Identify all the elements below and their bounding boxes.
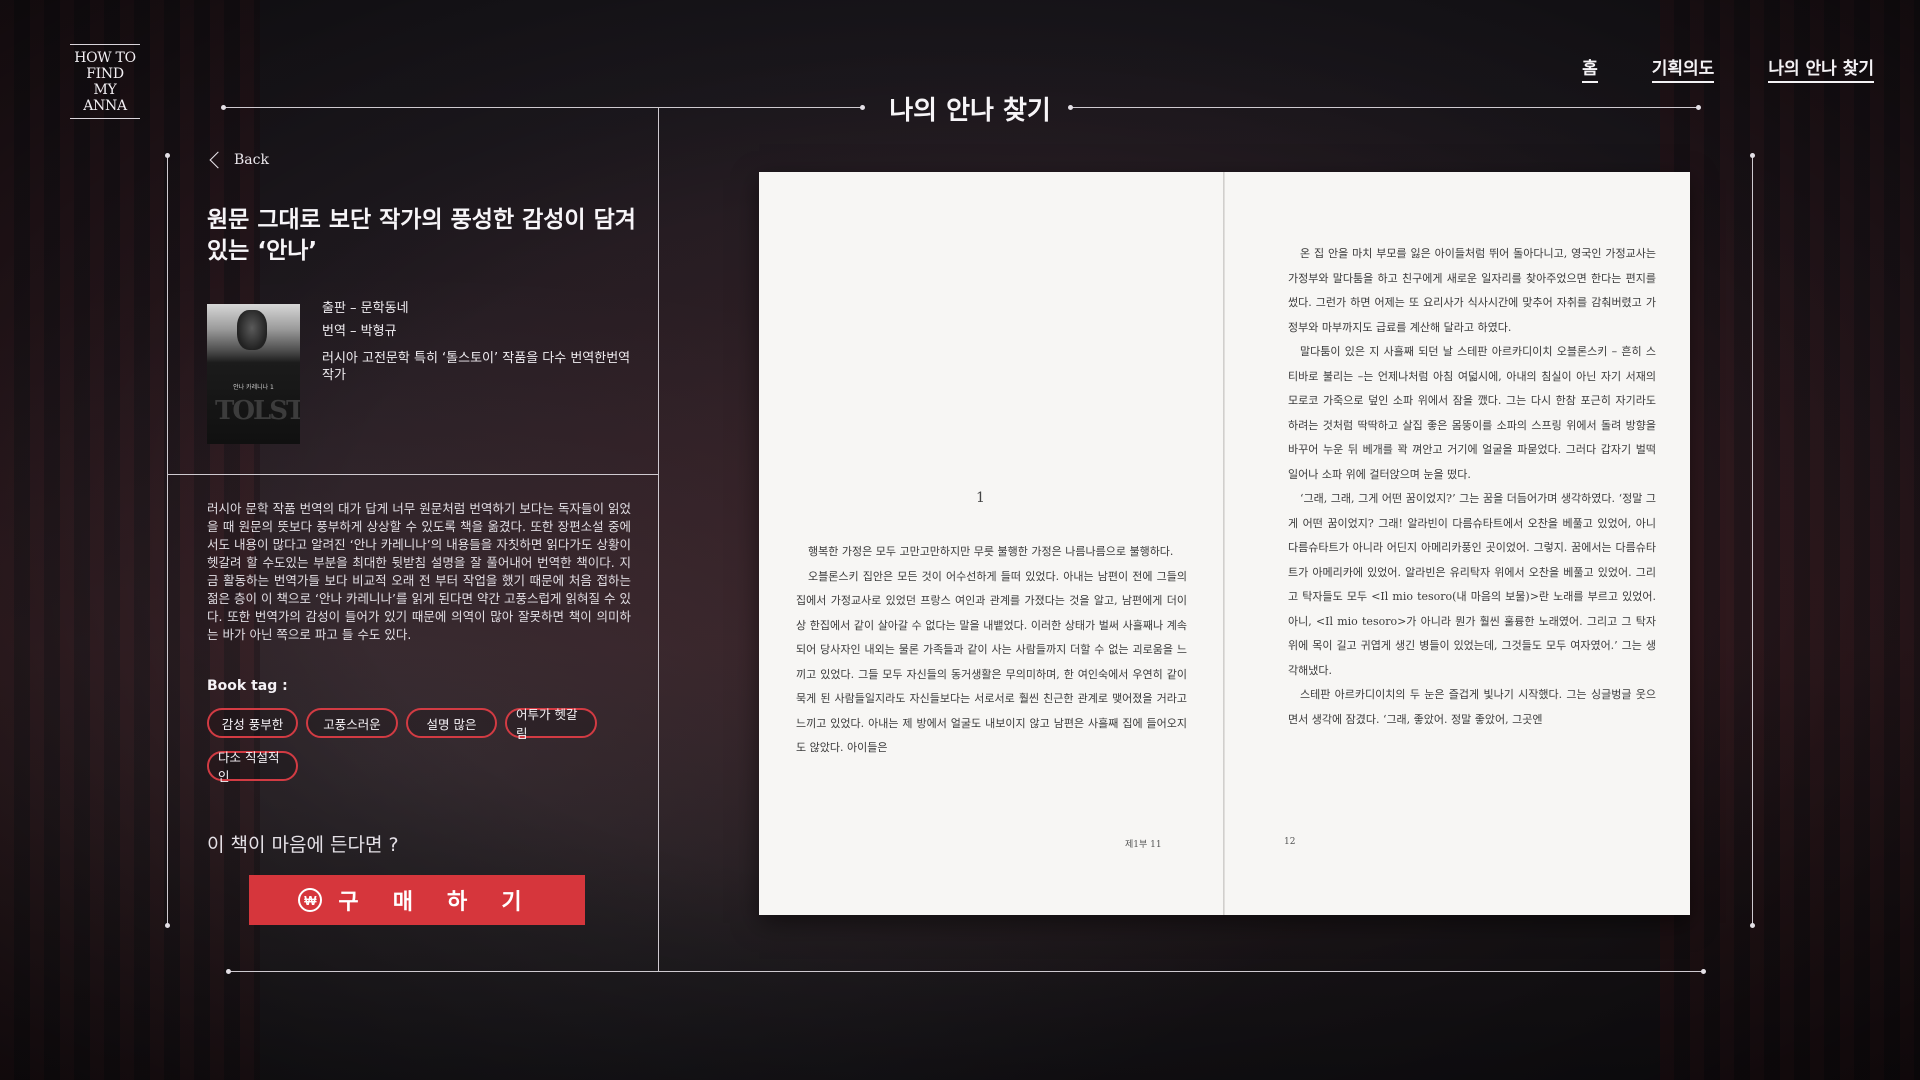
left-frame-line — [167, 155, 168, 925]
right-frame-line — [1752, 155, 1753, 925]
left-paragraph: 오블론스키 집안은 모든 것이 어수선하게 들떠 있었다. 아내는 남편이 전에… — [796, 569, 1187, 755]
right-frame-dot — [1750, 923, 1755, 928]
back-button[interactable]: Back — [208, 151, 269, 169]
book-headline: 원문 그대로 보단 작가의 풍성한 감성이 담겨 있는 ‘안나’ — [207, 207, 636, 264]
bottom-rule — [228, 971, 1703, 972]
left-paragraph: 행복한 가정은 모두 고만고만하지만 무릇 불행한 가정은 나름나름으로 불행하… — [808, 545, 1174, 558]
book-tag-list: 감성 풍부한 고풍스러운 설명 많은 어투가 헷갈림 다소 직설적인 — [207, 707, 607, 784]
right-page-text: 온 집 안을 마치 부모를 잃은 아이들처럼 뛰어 돌아다니고, 영국인 가정교… — [1288, 242, 1656, 732]
right-frame-dot — [1750, 153, 1755, 158]
translator-note: 러시아 고전문학 특히 ‘톨스토이’ 작품을 다수 번역한번역작가 — [322, 351, 631, 383]
book-meta: 출판 – 문학동네 번역 – 박형규 러시아 고전문학 특히 ‘톨스토이’ 작품… — [322, 300, 632, 390]
book-spine — [1223, 172, 1225, 915]
main-nav: 홈 기획의도 나의 안나 찾기 — [1582, 54, 1874, 83]
right-paragraph: ‘그래, 그래, 그게 어떤 꿈이었지?’ 그는 꿈을 더듬어가며 생각하였다.… — [1288, 492, 1656, 677]
back-label: Back — [234, 152, 269, 168]
logo-line-2: FIND — [86, 66, 124, 82]
nav-plan[interactable]: 기획의도 — [1651, 54, 1715, 83]
book-cover-image: 안나 카레니나 1 TOLST — [207, 304, 300, 444]
page-background: HOW TO FIND MY ANNA 홈 기획의도 나의 안나 찾기 나의 안… — [0, 0, 1920, 1080]
logo-line-1: HOW TO — [74, 50, 136, 66]
left-frame-dot — [165, 923, 170, 928]
right-paragraph: 스테판 아르카디이치의 두 눈은 즐겁게 빛나기 시작했다. 그는 싱글벙글 웃… — [1288, 688, 1656, 726]
tag-chip[interactable]: 설명 많은 — [406, 708, 497, 738]
tag-chip[interactable]: 고풍스러운 — [306, 708, 398, 738]
won-icon: ₩ — [298, 888, 323, 912]
tag-chip[interactable]: 감성 풍부한 — [207, 708, 298, 738]
nav-home[interactable]: 홈 — [1582, 54, 1598, 83]
cover-title-small: 안나 카레니나 1 — [233, 384, 274, 391]
purchase-prompt: 이 책이 마음에 든다면 ? — [207, 834, 399, 856]
page-title: 나의 안나 찾기 — [889, 96, 1051, 126]
cover-title-big: TOLST — [215, 396, 300, 426]
chevron-left-icon — [209, 151, 227, 169]
left-frame-dot — [165, 153, 170, 158]
chapter-number: 1 — [976, 490, 985, 506]
book-description: 러시아 문학 작품 번역의 대가 답게 너무 원문처럼 번역하기 보다는 독자들… — [207, 501, 631, 642]
book-tag-title: Book tag : — [207, 678, 288, 694]
tag-chip[interactable]: 다소 직설적인 — [207, 750, 298, 784]
publisher-text: 출판 – 문학동네 — [322, 301, 409, 316]
book-preview-spread: 1 행복한 가정은 모두 고만고만하지만 무릇 불행한 가정은 나름나름으로 불… — [759, 172, 1690, 915]
left-page-text: 행복한 가정은 모두 고만고만하지만 무릇 불행한 가정은 나름나름으로 불행하… — [796, 540, 1187, 761]
right-paragraph: 말다툼이 있은 지 사흘째 되던 날 스테판 아르카디이치 오블론스키 – 흔히… — [1288, 345, 1656, 481]
right-paragraph: 온 집 안을 마치 부모를 잃은 아이들처럼 뛰어 돌아다니고, 영국인 가정교… — [1288, 247, 1656, 334]
tag-chip[interactable]: 어투가 헷갈림 — [505, 707, 597, 741]
bottom-rule-dot — [1701, 969, 1706, 974]
buy-label: 구 매 하 기 — [338, 889, 536, 914]
nav-find-anna[interactable]: 나의 안나 찾기 — [1768, 54, 1874, 83]
left-page-folio: 제1부 11 — [1125, 840, 1162, 850]
cover-portrait — [237, 310, 267, 350]
translator-text: 번역 – 박형규 — [322, 324, 397, 339]
buy-button[interactable]: ₩ 구 매 하 기 — [249, 875, 585, 925]
section-divider — [167, 474, 659, 475]
right-page-folio: 12 — [1284, 837, 1296, 847]
bottom-rule-dot — [226, 969, 231, 974]
center-frame-line — [658, 107, 659, 971]
